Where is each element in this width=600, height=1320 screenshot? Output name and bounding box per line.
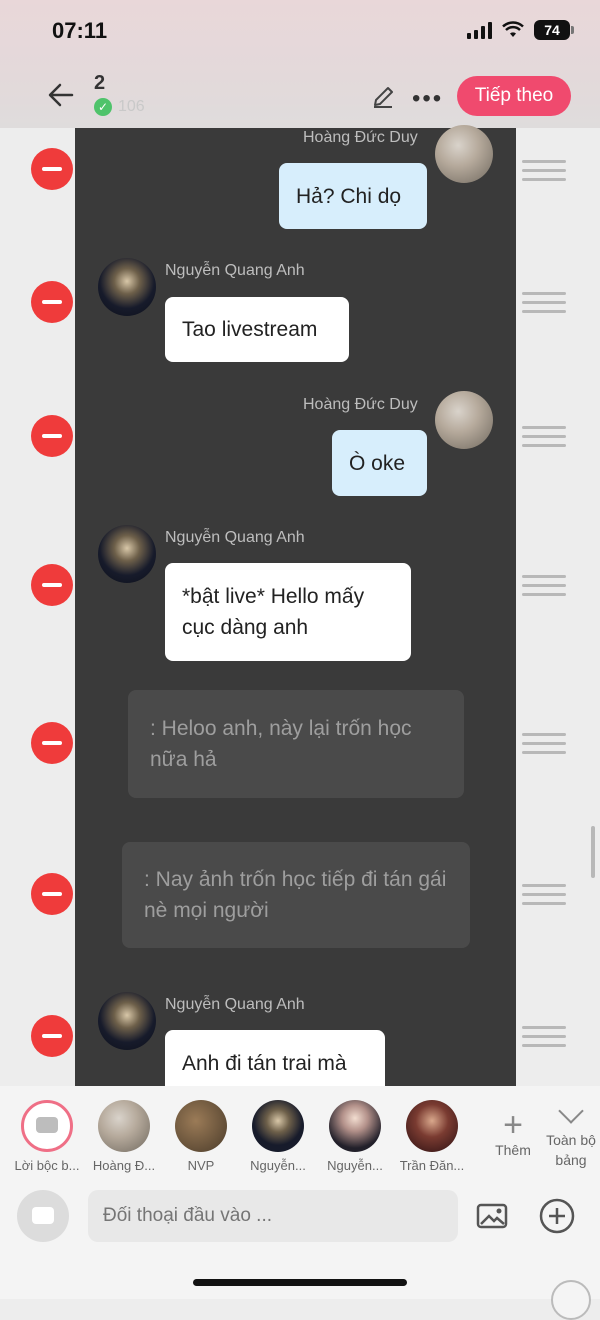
character-item[interactable]: Nguyễn...	[243, 1100, 313, 1173]
chapter-number: 2	[94, 72, 106, 94]
character-narrator[interactable]: Lời bộc b...	[12, 1100, 82, 1173]
reorder-column	[516, 128, 600, 1086]
add-character-label: Thêm	[495, 1142, 531, 1158]
avatar	[175, 1100, 227, 1152]
character-item[interactable]: Trần Đăn...	[397, 1100, 467, 1173]
scrollbar[interactable]	[591, 826, 595, 878]
chapter-count: 106	[118, 98, 145, 115]
status-time: 07:11	[52, 18, 108, 43]
plus-icon: +	[503, 1106, 523, 1144]
character-item[interactable]: NVP	[166, 1100, 236, 1173]
avatar	[435, 391, 493, 449]
sender-name: Hoàng Đức Duy	[303, 396, 418, 413]
narrator-icon	[21, 1100, 73, 1152]
character-name: Nguyễn...	[250, 1158, 306, 1173]
avatar	[252, 1100, 304, 1152]
delete-message-button[interactable]	[31, 148, 73, 190]
character-item[interactable]: Hoàng Đ...	[89, 1100, 159, 1173]
message-bubble[interactable]: Ò oke	[332, 430, 427, 496]
input-row	[0, 1190, 600, 1244]
drag-handle-icon[interactable]	[522, 160, 566, 187]
all-board-label: Toàn bộ bảng	[546, 1132, 596, 1168]
all-board-button[interactable]: Toàn bộ bảng	[543, 1098, 599, 1170]
pencil-icon[interactable]	[370, 84, 396, 110]
next-button[interactable]: Tiếp theo	[457, 76, 571, 116]
narration-toggle-button[interactable]	[17, 1190, 69, 1242]
image-icon[interactable]	[476, 1202, 508, 1230]
drag-handle-icon[interactable]	[522, 733, 566, 760]
chapter-subtitle: ✓ 106	[94, 98, 145, 116]
signal-icon	[467, 21, 492, 39]
chevron-down-icon	[558, 1098, 584, 1124]
drag-handle-icon[interactable]	[522, 426, 566, 453]
sender-name: Nguyễn Quang Anh	[165, 262, 305, 279]
delete-message-button[interactable]	[31, 873, 73, 915]
battery-icon: 74	[534, 20, 574, 40]
narration-bubble[interactable]: : Heloo anh, này lại trốn học nữa hả	[128, 690, 464, 798]
avatar	[98, 992, 156, 1050]
drag-handle-icon[interactable]	[522, 575, 566, 602]
add-character-button[interactable]: + Thêm	[490, 1108, 536, 1158]
delete-message-button[interactable]	[31, 415, 73, 457]
drag-handle-icon[interactable]	[522, 884, 566, 911]
narration-bubble[interactable]: : Nay ảnh trốn học tiếp đi tán gái nè mọ…	[122, 842, 470, 948]
character-name: Trần Đăn...	[399, 1158, 465, 1173]
avatar	[435, 125, 493, 183]
avatar	[98, 525, 156, 583]
avatar	[98, 258, 156, 316]
sender-name: Hoàng Đức Duy	[303, 129, 418, 146]
home-indicator	[193, 1279, 407, 1286]
sender-name: Nguyễn Quang Anh	[165, 529, 305, 546]
more-options-icon[interactable]: •••	[412, 85, 443, 113]
delete-column	[0, 128, 75, 1086]
character-name: Lời bộc b...	[14, 1158, 80, 1173]
sender-name: Nguyễn Quang Anh	[165, 996, 305, 1013]
delete-message-button[interactable]	[31, 564, 73, 606]
check-icon: ✓	[94, 98, 112, 116]
delete-message-button[interactable]	[31, 281, 73, 323]
message-bubble[interactable]: Hả? Chi dọ	[279, 163, 427, 229]
back-arrow-icon[interactable]	[46, 80, 76, 110]
avatar	[406, 1100, 458, 1152]
wifi-icon	[502, 21, 524, 37]
drag-handle-icon[interactable]	[522, 292, 566, 319]
character-name: Nguyễn...	[327, 1158, 383, 1173]
dialogue-input[interactable]	[88, 1190, 458, 1242]
delete-message-button[interactable]	[31, 1015, 73, 1057]
message-bubble[interactable]: *bật live* Hello mấy cục dàng anh	[165, 563, 411, 661]
avatar	[329, 1100, 381, 1152]
character-name: Hoàng Đ...	[92, 1158, 156, 1173]
scroll-up-icon[interactable]	[551, 1280, 591, 1320]
character-name: NVP	[187, 1158, 215, 1173]
delete-message-button[interactable]	[31, 722, 73, 764]
drag-handle-icon[interactable]	[522, 1026, 566, 1053]
add-circle-icon[interactable]	[539, 1198, 575, 1234]
avatar	[98, 1100, 150, 1152]
status-icons: 74	[467, 20, 574, 40]
character-item[interactable]: Nguyễn...	[320, 1100, 390, 1173]
message-bubble[interactable]: Tao livestream	[165, 297, 349, 362]
